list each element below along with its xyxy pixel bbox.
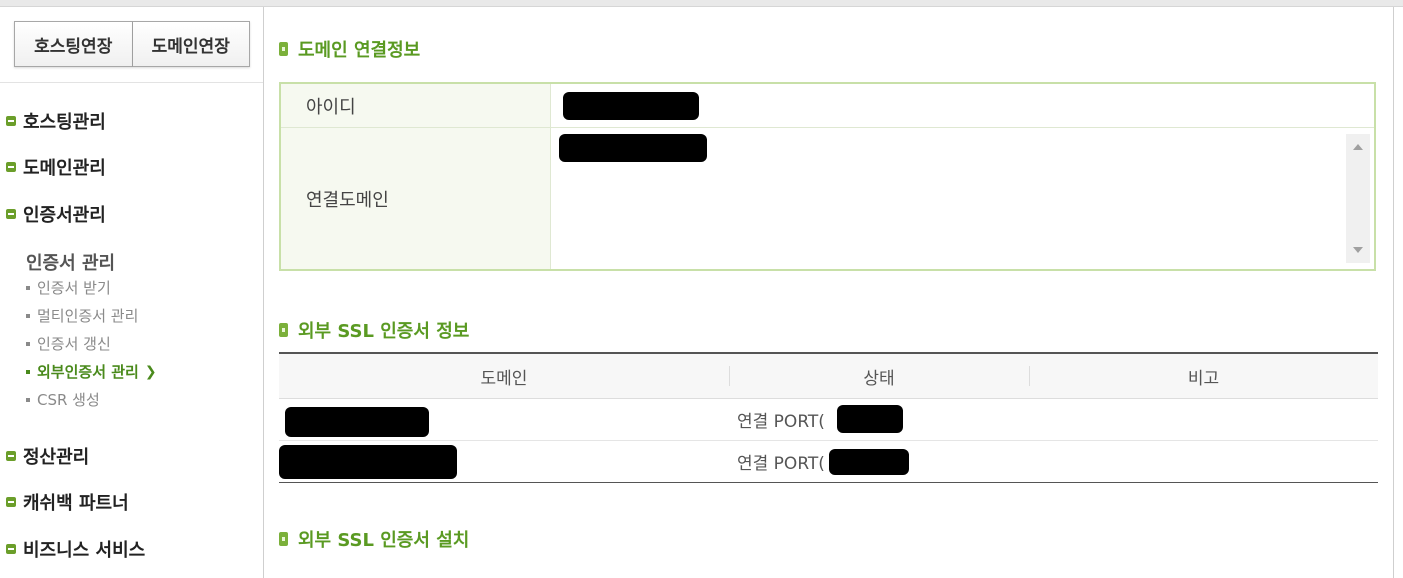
column-header-domain: 도메인 [480,368,528,389]
scroll-up-icon[interactable] [1353,144,1363,150]
table-header: 도메인 상태 비고 [279,354,1378,399]
id-label: 아이디 [281,84,551,127]
domain-connect-info-box: 아이디 연결도메인 [279,82,1376,271]
minus-square-icon [6,451,16,461]
sidebar-item-cashback[interactable]: 캐쉬백 파트너 [6,489,129,515]
section-title-domain-connect: 도메인 연결정보 [279,36,420,62]
sub-item-label: 인증서 갱신 [37,335,111,353]
minus-square-icon [6,497,16,507]
page-right-border [1393,7,1394,578]
sidebar: 호스팅연장 도메인연장 호스팅관리 도메인관리 인증서관리 인증서 관리 인증서… [0,7,264,578]
sub-item-external-cert[interactable]: 외부인증서 관리 ❯ [26,361,157,382]
redacted-domain-cell [279,445,457,479]
section-bullet-icon [279,532,288,546]
textarea-scrollbar[interactable] [1346,134,1370,263]
section-bullet-icon [279,323,288,337]
hosting-extend-button[interactable]: 호스팅연장 [14,21,133,67]
bullet-icon [26,369,30,374]
sidebar-divider [0,82,263,83]
extend-buttons: 호스팅연장 도메인연장 [14,21,250,67]
bullet-icon [26,285,30,290]
sidebar-item-label: 정산관리 [23,447,90,468]
id-value [551,84,1374,127]
sidebar-item-label: 도메인관리 [23,158,106,179]
minus-square-icon [6,116,16,126]
redacted-port [829,449,909,475]
domain-extend-button[interactable]: 도메인연장 [132,21,250,67]
redacted-id [563,92,699,120]
table-row: 연결 PORT( [279,399,1378,441]
sub-item-label: 멀티인증서 관리 [37,307,139,325]
top-border [0,0,1403,7]
cert-sub-title: 인증서 관리 [26,253,116,274]
bullet-icon [26,313,30,318]
bullet-icon [26,397,30,402]
scroll-down-icon[interactable] [1353,247,1363,253]
sub-item-multi-cert[interactable]: 멀티인증서 관리 [26,305,138,326]
bullet-icon [26,341,30,346]
sidebar-item-business[interactable]: 비즈니스 서비스 [6,536,145,562]
sidebar-item-label: 호스팅관리 [23,112,106,133]
redacted-domain-cell [285,407,429,437]
sidebar-item-label: 인증서관리 [23,205,106,226]
section-title-text: 도메인 연결정보 [298,40,421,61]
section-bullet-icon [279,42,288,56]
sidebar-item-label: 비즈니스 서비스 [23,540,146,561]
sidebar-item-billing[interactable]: 정산관리 [6,443,89,469]
section-title-ssl-install: 외부 SSL 인증서 설치 [279,526,469,552]
minus-square-icon [6,209,16,219]
minus-square-icon [6,544,16,554]
section-title-ssl-info: 외부 SSL 인증서 정보 [279,317,469,343]
info-row-id: 아이디 [281,84,1374,128]
sub-item-label: 외부인증서 관리 [37,363,139,381]
section-title-text: 외부 SSL 인증서 정보 [298,321,470,342]
sub-item-csr[interactable]: CSR 생성 [26,389,100,410]
sub-item-label: CSR 생성 [37,391,100,409]
status-cell: 연결 PORT( [737,412,825,432]
domain-value [551,128,1374,269]
chevron-right-icon: ❯ [144,363,157,380]
info-row-domains: 연결도메인 [281,128,1374,269]
sidebar-item-label: 캐쉬백 파트너 [23,493,129,514]
table-row: 연결 PORT( [279,441,1378,482]
redacted-domain [559,134,707,162]
sidebar-item-certificate[interactable]: 인증서관리 [6,201,106,227]
minus-square-icon [6,162,16,172]
domain-label: 연결도메인 [281,128,551,269]
sub-item-label: 인증서 받기 [37,279,111,297]
redacted-port [837,405,903,433]
section-title-text: 외부 SSL 인증서 설치 [298,530,470,551]
column-header-status: 상태 [729,364,1029,389]
ssl-info-table: 도메인 상태 비고 연결 PORT( 연결 PORT( [279,352,1378,483]
status-cell: 연결 PORT( [737,454,825,474]
sub-item-renew-cert[interactable]: 인증서 갱신 [26,333,111,354]
sidebar-item-hosting[interactable]: 호스팅관리 [6,108,106,134]
sub-item-get-cert[interactable]: 인증서 받기 [26,277,111,298]
sidebar-item-domain[interactable]: 도메인관리 [6,154,106,180]
connected-domains-textarea[interactable] [559,134,1362,263]
column-header-note: 비고 [1029,364,1378,389]
